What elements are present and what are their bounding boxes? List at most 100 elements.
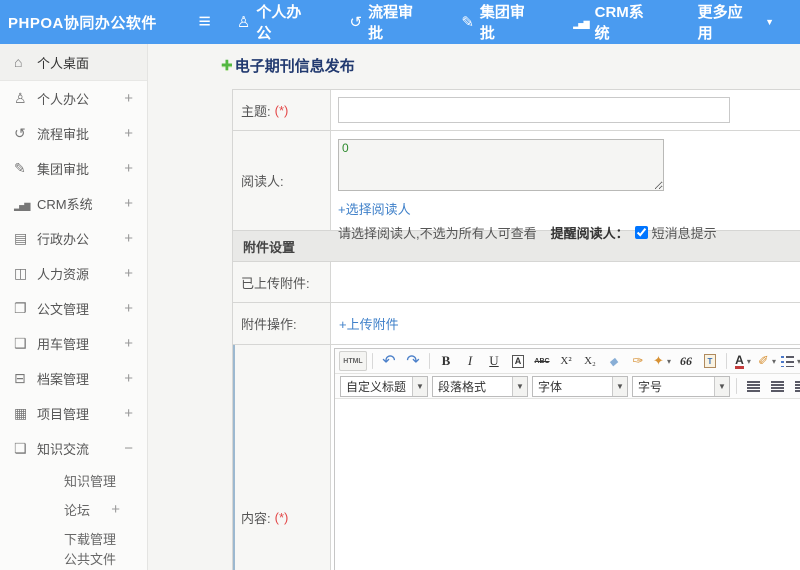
select-readers-link[interactable]: +选择阅读人 — [338, 199, 800, 218]
strikethrough-button[interactable]: ABC ▾ — [531, 351, 553, 371]
expand-toggle-icon[interactable]: − — [124, 440, 133, 457]
nav-item-group-approval[interactable]: 集团审批 — [461, 1, 547, 43]
subject-label-cell: 主题: (*) — [233, 90, 331, 130]
sidebar-item-group-approval[interactable]: 集团审批 + — [0, 151, 147, 186]
nav-item-more-apps[interactable]: 更多应用 — [692, 1, 774, 43]
nav-item-crm[interactable]: CRM系统 — [573, 1, 665, 43]
sidebar-item-icon — [14, 125, 37, 142]
sidebar-item-project-mgmt[interactable]: 项目管理 + — [0, 396, 147, 431]
nav-item-icon — [461, 13, 474, 31]
attachment-op-label-cell: 附件操作: — [233, 303, 331, 344]
sidebar-item-public-file-cabinet[interactable]: 公共文件柜 — [0, 552, 147, 570]
blockquote-button[interactable]: 66 ▾ — [675, 351, 697, 371]
expand-toggle-icon[interactable]: + — [124, 230, 133, 247]
align-right-button[interactable]: ▾ — [790, 376, 800, 396]
nav-item-label: 更多应用 — [697, 4, 743, 42]
sidebar-item-icon — [14, 405, 37, 422]
auto-typeset-button[interactable]: ✦ ▾ — [651, 351, 673, 371]
hamburger-menu-icon[interactable]: ≡ — [188, 10, 221, 34]
nav-item-workflow-approval[interactable]: 流程审批 — [350, 1, 436, 43]
nav-item-label: CRM系统 — [594, 4, 644, 42]
subject-row: 主题: (*) — [233, 90, 800, 131]
html-source-button[interactable]: HTML ▾ — [339, 351, 367, 371]
expand-toggle-icon[interactable]: + — [111, 501, 133, 518]
caret-down-icon: ▾ — [746, 356, 751, 366]
sidebar-item-label: 流程审批 — [37, 127, 90, 142]
sidebar-item-knowledge-exchange[interactable]: 知识交流 − — [0, 431, 147, 466]
italic-button[interactable]: I ▾ — [459, 351, 481, 371]
sidebar-item-label: 集团审批 — [37, 162, 90, 177]
font-border-button[interactable]: A ▾ — [507, 351, 529, 371]
expand-toggle-icon[interactable]: + — [124, 335, 133, 352]
caret-down-icon: ▼ — [412, 376, 427, 396]
subscript-button[interactable]: X₂ ▾ — [579, 351, 601, 371]
paragraph-format-select[interactable]: 段落格式 ▼ — [432, 375, 528, 397]
sidebar-item-icon — [14, 54, 37, 70]
sidebar-item-hr[interactable]: 人力资源 + — [0, 256, 147, 291]
sidebar-item-icon — [14, 265, 37, 282]
sidebar-item-crm[interactable]: CRM系统 + — [0, 186, 147, 221]
expand-toggle-icon[interactable]: + — [124, 160, 133, 177]
sidebar-item-workflow-approval[interactable]: 流程审批 + — [0, 116, 147, 151]
underline-button[interactable]: U ▾ — [483, 351, 505, 371]
nav-item-icon — [237, 13, 250, 31]
uploaded-attachments-row: 已上传附件: — [233, 262, 800, 303]
sidebar-item-personal-desktop[interactable]: 个人桌面 — [0, 44, 147, 81]
plus-icon: ✚ — [221, 57, 233, 73]
align-center-button[interactable]: ▾ — [766, 376, 788, 396]
font-color-button[interactable]: A ▾ — [732, 351, 754, 371]
align-left-button[interactable]: ▾ — [742, 376, 764, 396]
custom-title-select[interactable]: 自定义标题 ▼ — [340, 375, 428, 397]
subject-input[interactable] — [338, 97, 730, 123]
sidebar-item-label: 档案管理 — [37, 372, 90, 387]
caret-down-icon: ▼ — [512, 376, 527, 396]
remove-format-button[interactable]: ◆ ▾ — [603, 351, 625, 371]
nav-item-label: 个人办公 — [256, 4, 302, 42]
publish-form: 主题: (*) 阅读人: 0 +选择阅读人 请选择阅读人,不选为所有人可查看 提… — [232, 89, 800, 570]
sidebar-item-label: 公文管理 — [37, 302, 90, 317]
sidebar-item-archive-mgmt[interactable]: 档案管理 + — [0, 361, 147, 396]
format-brush-button[interactable]: ✑ ▾ — [627, 351, 649, 371]
sidebar-item-icon — [14, 196, 37, 212]
undo-button[interactable]: ↶ ▾ — [378, 351, 400, 371]
sidebar-item-knowledge-mgmt[interactable]: 知识管理 — [0, 466, 147, 495]
expand-toggle-icon[interactable]: + — [124, 90, 133, 107]
redo-button[interactable]: ↷ ▾ — [402, 351, 424, 371]
expand-toggle-icon[interactable]: + — [124, 370, 133, 387]
highlight-button[interactable]: ✐ ▾ — [756, 351, 778, 371]
remind-readers-label: 提醒阅读人： — [550, 226, 629, 241]
sidebar-item-icon — [14, 160, 37, 177]
sms-notify-label: 短消息提示 — [651, 226, 717, 241]
readers-note: 请选择阅读人,不选为所有人可查看 — [338, 226, 537, 241]
upload-attachment-link[interactable]: +上传附件 — [339, 314, 399, 333]
sidebar-item-icon — [14, 230, 37, 247]
ordered-list-button[interactable]: ▾ — [780, 351, 800, 371]
top-navbar: PHPOA协同办公软件 ≡ 个人办公 流程审批 集团审批 — [0, 0, 800, 44]
sidebar-item-admin-office[interactable]: 行政办公 + — [0, 221, 147, 256]
nav-item-personal-office[interactable]: 个人办公 — [237, 1, 324, 43]
expand-toggle-icon[interactable]: + — [124, 125, 133, 142]
bold-button[interactable]: B ▾ — [435, 351, 457, 371]
superscript-button[interactable]: X² ▾ — [555, 351, 577, 371]
sidebar-item-document-mgmt[interactable]: 公文管理 + — [0, 291, 147, 326]
font-family-select[interactable]: 字体 ▼ — [532, 375, 628, 397]
font-size-select[interactable]: 字号 ▼ — [632, 375, 730, 397]
readers-label: 阅读人: — [241, 174, 284, 189]
sms-notify-checkbox[interactable] — [634, 226, 648, 239]
caret-down-icon: ▼ — [612, 376, 627, 396]
readers-note-line: 请选择阅读人,不选为所有人可查看 提醒阅读人： 短消息提示 — [338, 223, 800, 242]
sidebar-item-vehicle-mgmt[interactable]: 用车管理 + — [0, 326, 147, 361]
nav-item-icon — [350, 13, 363, 31]
expand-toggle-icon[interactable]: + — [124, 405, 133, 422]
sidebar-item-label: 行政办公 — [37, 232, 90, 247]
expand-toggle-icon[interactable]: + — [124, 265, 133, 282]
editor-content-area[interactable] — [335, 399, 800, 570]
expand-toggle-icon[interactable]: + — [124, 195, 133, 212]
expand-toggle-icon[interactable]: + — [124, 300, 133, 317]
sidebar-item-forum[interactable]: 论坛 + — [0, 495, 147, 524]
paste-text-button[interactable]: T ▾ — [699, 351, 721, 371]
readers-textarea[interactable]: 0 — [338, 139, 664, 191]
sidebar-item-personal-office[interactable]: 个人办公 + — [0, 81, 147, 116]
sidebar-item-label: 知识管理 — [64, 474, 117, 489]
sidebar: 个人桌面 个人办公 + 流程审批 + 集团审批 + CRM系统 + 行政办公 — [0, 44, 148, 570]
